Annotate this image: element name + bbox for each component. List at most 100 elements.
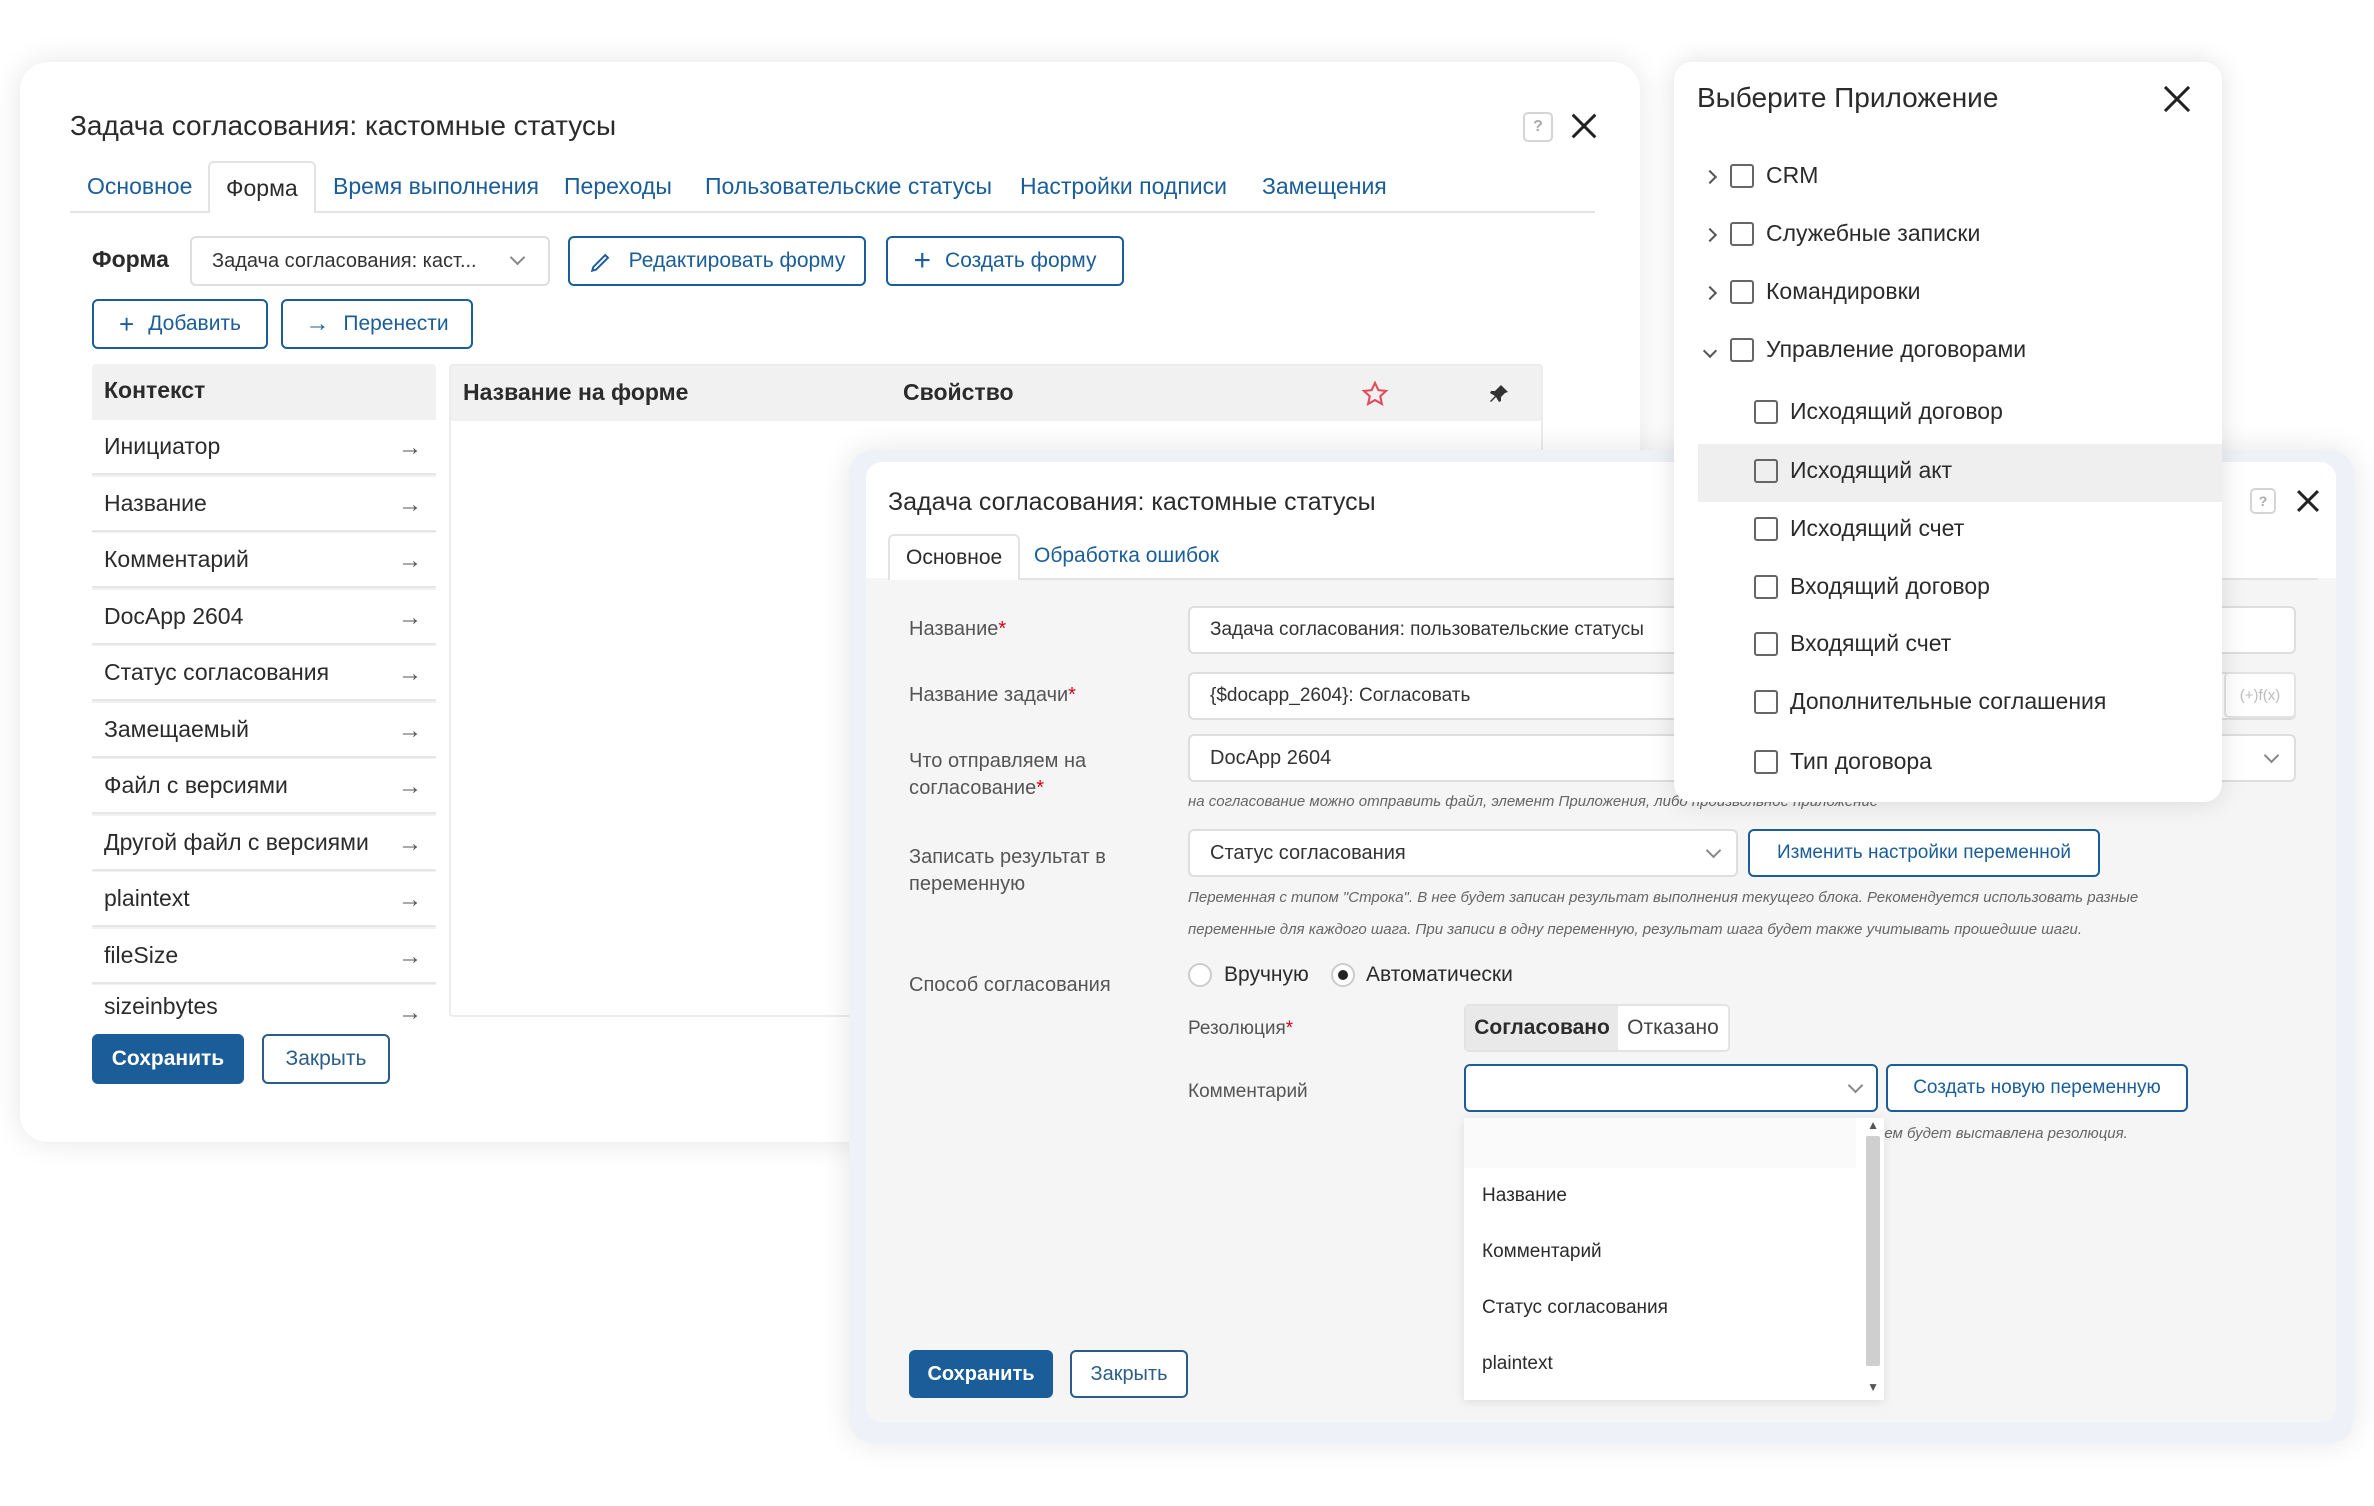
- context-item[interactable]: Замещаемый →: [92, 702, 436, 758]
- app-tree-item[interactable]: CRM: [1730, 162, 1818, 189]
- app-tree-item[interactable]: Входящий договор: [1754, 573, 1990, 600]
- help-icon[interactable]: ?: [2250, 488, 2276, 514]
- scroll-down-icon[interactable]: ▼: [1867, 1380, 1879, 1394]
- context-item[interactable]: plaintext →: [92, 872, 436, 927]
- app-tree-item[interactable]: Исходящий счет: [1754, 515, 1964, 542]
- context-item[interactable]: Статус согласования →: [92, 646, 436, 701]
- send-label: Что отправляем на согласование*: [909, 750, 1087, 799]
- app-tree-item[interactable]: Входящий счет: [1754, 630, 1951, 657]
- app-tree-item-label: CRM: [1766, 162, 1819, 188]
- app-tree-item[interactable]: Дополнительные соглашения: [1754, 688, 2106, 715]
- resolution-rejected[interactable]: Отказано: [1618, 1006, 1728, 1050]
- create-form-button[interactable]: + Создать форму: [886, 236, 1124, 286]
- result-label: Записать результат в переменную: [909, 846, 1106, 895]
- star-icon[interactable]: [1361, 380, 1389, 408]
- context-item[interactable]: Название →: [92, 476, 436, 532]
- close-icon[interactable]: [1568, 110, 1600, 142]
- help-icon[interactable]: ?: [1523, 112, 1553, 142]
- hand-coins-icon: [1754, 631, 1778, 656]
- tab-custom-statuses[interactable]: Пользовательские статусы: [705, 173, 992, 200]
- task-name-label: Название задачи*: [909, 684, 1076, 706]
- close-icon[interactable]: [2160, 82, 2194, 116]
- arrow-right-icon[interactable]: →: [398, 660, 422, 688]
- resolution-approved[interactable]: Согласовано: [1466, 1006, 1618, 1050]
- context-item[interactable]: Другой файл с версиями →: [92, 815, 436, 871]
- context-header: Контекст: [104, 377, 206, 403]
- clipboard-icon: [1754, 689, 1778, 714]
- dropdown-option[interactable]: Название: [1482, 1185, 1567, 1207]
- tab-duration[interactable]: Время выполнения: [333, 173, 539, 200]
- dropdown-empty-option[interactable]: [1464, 1118, 1856, 1168]
- comment-select[interactable]: [1464, 1064, 1878, 1112]
- dropdown-option[interactable]: plaintext: [1482, 1353, 1553, 1375]
- tab-form[interactable]: Форма: [208, 161, 316, 213]
- arrow-right-icon[interactable]: →: [398, 999, 422, 1021]
- arrow-right-icon[interactable]: →: [398, 717, 422, 745]
- column-header-name: Название на форме: [463, 379, 689, 405]
- hierarchy-icon: [1754, 749, 1778, 774]
- edit-form-button[interactable]: Редактировать форму: [568, 236, 866, 286]
- form-select[interactable]: Задача согласования: каст...: [190, 236, 550, 286]
- arrow-right-icon[interactable]: →: [398, 491, 422, 519]
- copy-icon: [1730, 221, 1754, 246]
- create-variable-button[interactable]: Создать новую переменную: [1886, 1064, 2188, 1112]
- add-button[interactable]: + Добавить: [92, 299, 268, 349]
- plus-icon: +: [913, 244, 932, 277]
- app-tree-item[interactable]: Управление договорами: [1730, 336, 2026, 363]
- close-button[interactable]: Закрыть: [262, 1034, 390, 1084]
- context-item[interactable]: Комментарий →: [92, 533, 436, 588]
- radio-auto[interactable]: [1331, 963, 1355, 987]
- context-item-label: DocApp 2604: [104, 602, 244, 629]
- chevron-down-icon: [1705, 842, 1722, 859]
- radio-manual[interactable]: [1188, 963, 1212, 987]
- context-item[interactable]: sizeinbytes →: [92, 985, 436, 1021]
- scroll-up-icon[interactable]: ▲: [1867, 1118, 1879, 1132]
- arrow-right-icon[interactable]: →: [398, 886, 422, 914]
- context-item[interactable]: fileSize →: [92, 928, 436, 984]
- arrow-right-icon[interactable]: →: [398, 773, 422, 801]
- tab-error-handling[interactable]: Обработка ошибок: [1034, 544, 1219, 568]
- app-tree-item[interactable]: Тип договора: [1754, 748, 1932, 775]
- plus-icon: +: [119, 309, 135, 339]
- close-button[interactable]: Закрыть: [1070, 1350, 1188, 1398]
- context-item[interactable]: Инициатор →: [92, 420, 436, 475]
- tab-signature-settings[interactable]: Настройки подписи: [1020, 173, 1227, 200]
- arrow-right-icon[interactable]: →: [398, 943, 422, 971]
- close-icon[interactable]: [2294, 487, 2322, 515]
- tab-main[interactable]: Основное: [87, 173, 192, 200]
- tab-substitutions[interactable]: Замещения: [1262, 173, 1387, 200]
- save-button[interactable]: Сохранить: [92, 1034, 244, 1084]
- move-button[interactable]: → Перенести: [281, 299, 473, 349]
- app-tree-item[interactable]: Исходящий договор: [1754, 398, 2003, 425]
- pin-icon[interactable]: [1487, 382, 1511, 406]
- formula-icon[interactable]: (+)f(x): [2224, 672, 2296, 718]
- app-tree-item-label: Дополнительные соглашения: [1790, 688, 2107, 714]
- scrollbar[interactable]: [1866, 1136, 1880, 1366]
- save-button[interactable]: Сохранить: [909, 1350, 1053, 1398]
- tab-transitions[interactable]: Переходы: [564, 173, 672, 200]
- arrow-right-icon: →: [305, 310, 330, 337]
- arrow-right-icon[interactable]: →: [398, 830, 422, 858]
- context-item[interactable]: Файл с версиями →: [92, 759, 436, 814]
- app-tree-item[interactable]: Исходящий акт: [1754, 457, 1952, 484]
- context-item[interactable]: DocApp 2604 →: [92, 589, 436, 645]
- arrow-right-icon[interactable]: →: [398, 434, 422, 462]
- arrow-right-icon[interactable]: →: [398, 547, 422, 575]
- app-tree-item-label: Служебные записки: [1766, 220, 1981, 246]
- result-select[interactable]: Статус согласования: [1188, 829, 1738, 877]
- app-tree-item-label: Командировки: [1766, 278, 1921, 304]
- context-item-label: Другой файл с версиями: [104, 828, 369, 855]
- arrow-right-icon[interactable]: →: [398, 604, 422, 632]
- change-variable-button[interactable]: Изменить настройки переменной: [1748, 829, 2100, 877]
- chevron-down-icon: [1847, 1077, 1864, 1094]
- dropdown-option[interactable]: Статус согласования: [1482, 1297, 1668, 1319]
- coins-icon: [1754, 516, 1778, 541]
- radio-auto-label: Автоматически: [1366, 963, 1513, 986]
- context-item-label: fileSize: [104, 941, 179, 968]
- chevron-down-icon: [2263, 747, 2280, 764]
- tab-main[interactable]: Основное: [888, 534, 1021, 580]
- dropdown-option[interactable]: Комментарий: [1482, 1241, 1602, 1263]
- radio-manual-label: Вручную: [1224, 963, 1309, 986]
- app-tree-item[interactable]: Командировки: [1730, 278, 1920, 305]
- app-tree-item[interactable]: Служебные записки: [1730, 220, 1980, 247]
